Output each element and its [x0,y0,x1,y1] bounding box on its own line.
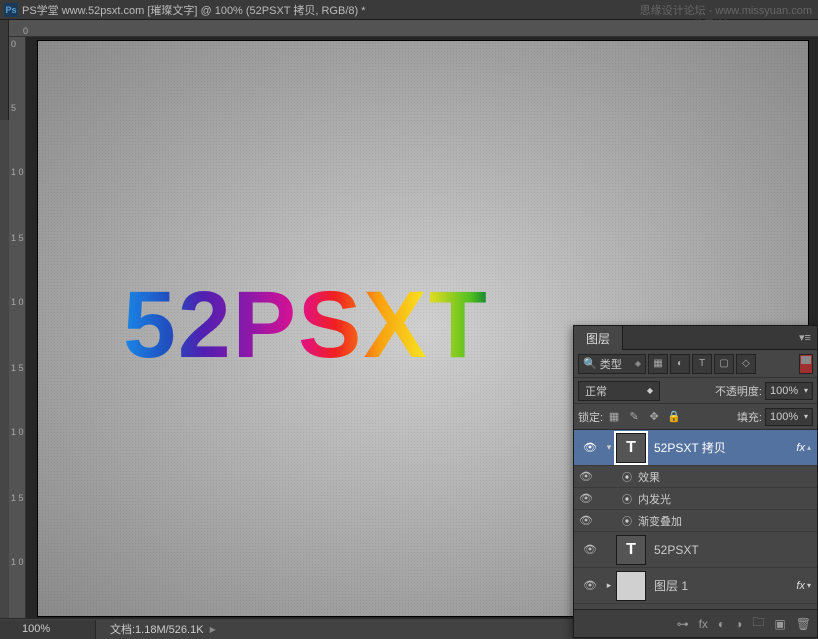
fx-collapse-icon[interactable]: ▾ [807,581,811,590]
layer-name[interactable]: 图层 1 [654,577,796,594]
blend-mode-dropdown[interactable]: 正常◆ [578,381,660,401]
lock-row: 锁定: ▦ ✎ ✥ 🔒 填充: 100%▾ [574,404,817,430]
effect-gradient-overlay[interactable]: 👁 ⦿ 渐变叠加 [574,510,817,532]
filter-kind-dropdown[interactable]: 🔍类型◆ [578,354,646,374]
visibility-icon[interactable]: 👁 [578,579,602,592]
layer-list: 👁 ▾ T 52PSXT 拷贝 fx ▴ 👁 ⦿ 效果 👁 ⦿ 内发光 👁 ⦿ … [574,430,817,608]
layer-item[interactable]: 👁 T 52PSXT [574,532,817,568]
layer-style-icon[interactable]: fx [699,617,708,631]
visibility-icon[interactable]: 👁 [578,543,602,556]
link-layers-icon[interactable]: ⊶ [677,617,689,631]
visibility-icon[interactable]: 👁 [578,441,602,454]
bullet-icon: ⦿ [622,491,632,506]
layer-filter-row: 🔍类型◆ ▦ ◐ T ▢ ◇ [574,350,817,378]
opacity-input[interactable]: 100%▾ [765,382,813,400]
layer-mask-icon[interactable]: ◐ [718,617,725,631]
effects-header[interactable]: 👁 ⦿ 效果 [574,466,817,488]
layer-thumbnail[interactable] [616,571,646,601]
horizontal-ruler[interactable]: 0 [9,20,818,37]
group-icon[interactable]: 🗀 [752,613,764,634]
fx-badge[interactable]: fx [796,580,805,592]
effect-inner-glow[interactable]: 👁 ⦿ 内发光 [574,488,817,510]
bullet-icon: ⦿ [622,469,632,484]
layer-thumbnail-text[interactable]: T [616,535,646,565]
filter-adjustment-icon[interactable]: ◐ [670,354,690,374]
panel-menu-icon[interactable]: ▾≡ [793,326,817,349]
visibility-icon[interactable]: 👁 [574,492,598,505]
adjustment-layer-icon[interactable]: ◑ [735,617,742,631]
rainbow-text-layer: 52PSXT [123,271,489,380]
panel-tab-bar: 图层 ▾≡ [574,326,817,350]
expand-icon[interactable]: ▾ [602,442,616,453]
triangle-icon: ▶ [210,625,216,634]
layer-item[interactable]: 👁 ▸ 图层 1 fx ▾ [574,568,817,604]
vertical-ruler[interactable]: 0 5 1 0 1 5 1 0 1 5 1 0 1 5 1 0 [9,37,26,618]
expand-icon[interactable]: ▸ [602,580,616,591]
layer-item-selected[interactable]: 👁 ▾ T 52PSXT 拷贝 fx ▴ [574,430,817,466]
zoom-level[interactable]: 100% [0,620,96,639]
document-info[interactable]: 文档:1.18M/526.1K ▶ [96,621,216,637]
filter-type-icon[interactable]: T [692,354,712,374]
lock-all-icon[interactable]: 🔒 [665,408,683,426]
blend-mode-row: 正常◆ 不透明度: 100%▾ [574,378,817,404]
fx-badge[interactable]: fx [796,442,805,454]
lock-transparency-icon[interactable]: ▦ [605,408,623,426]
fill-label: 填充: [737,409,762,425]
document-title: PS学堂 www.52psxt.com [璀璨文字] @ 100% (52PSX… [22,2,366,18]
fx-collapse-icon[interactable]: ▴ [807,443,811,452]
delete-layer-icon[interactable]: 🗑 [796,617,811,631]
layer-name[interactable]: 52PSXT 拷贝 [654,439,796,456]
photoshop-icon: Ps [4,3,18,17]
lock-position-icon[interactable]: ✥ [645,408,663,426]
opacity-label: 不透明度: [715,383,762,399]
filter-toggle[interactable] [799,354,813,374]
lock-pixels-icon[interactable]: ✎ [625,408,643,426]
new-layer-icon[interactable]: ▣ [774,617,785,631]
layer-name[interactable]: 52PSXT [654,543,813,557]
fill-input[interactable]: 100%▾ [765,408,813,426]
filter-pixel-icon[interactable]: ▦ [648,354,668,374]
tool-strip [0,20,9,120]
filter-shape-icon[interactable]: ▢ [714,354,734,374]
layers-panel: 图层 ▾≡ 🔍类型◆ ▦ ◐ T ▢ ◇ 正常◆ 不透明度: 100%▾ 锁定:… [573,325,818,638]
lock-label: 锁定: [578,409,603,425]
filter-smart-icon[interactable]: ◇ [736,354,756,374]
layer-thumbnail-text[interactable]: T [616,433,646,463]
layers-panel-footer: ⊶ fx ◐ ◑ 🗀 ▣ 🗑 [574,609,817,637]
bullet-icon: ⦿ [622,513,632,528]
layers-tab[interactable]: 图层 [574,326,623,350]
visibility-icon[interactable]: 👁 [574,514,598,527]
visibility-icon[interactable]: 👁 [574,470,598,483]
